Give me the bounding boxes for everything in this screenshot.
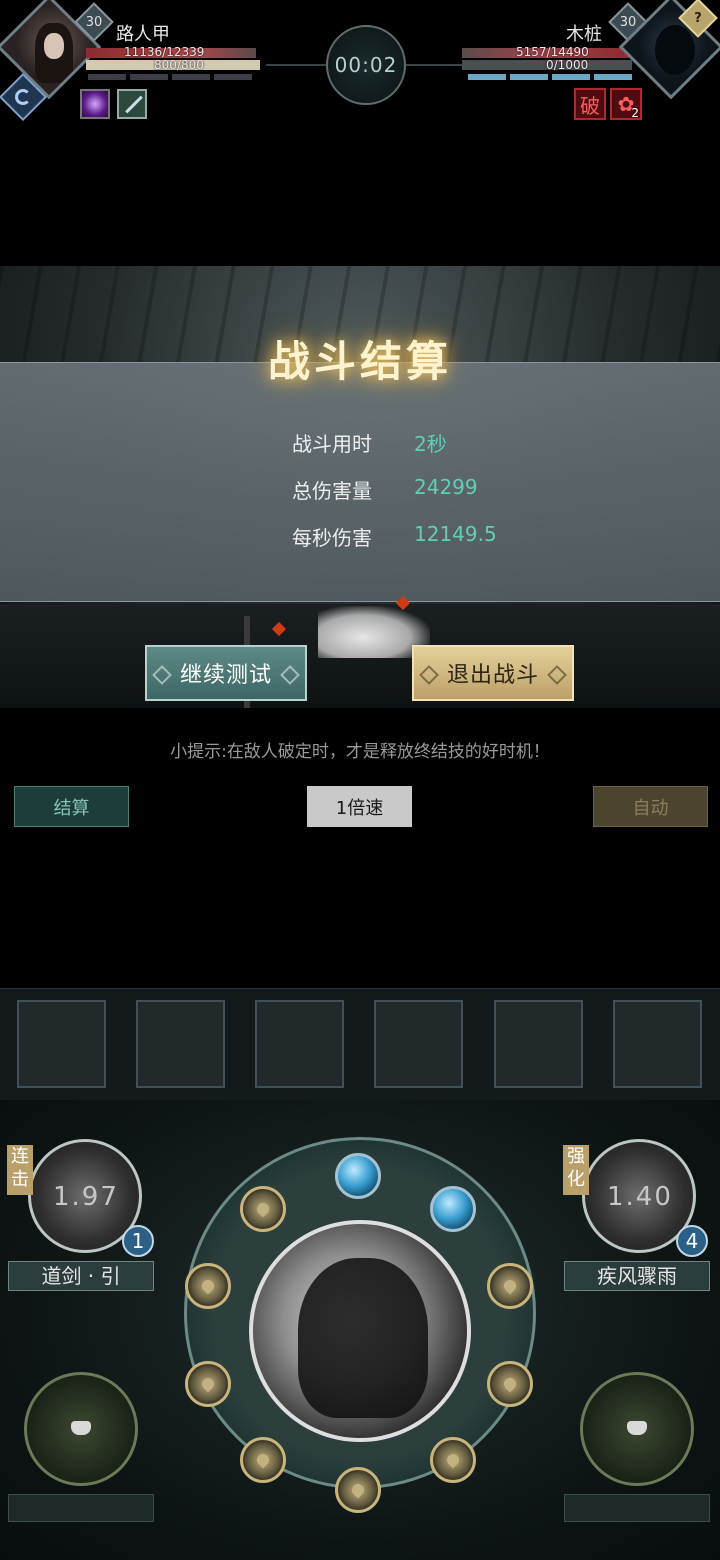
player-energy-segments [88, 74, 252, 80]
enemy-mp-text: 0/1000 [546, 58, 589, 72]
energy-orb-empty [487, 1361, 533, 1407]
enemy-hp-text: 5157/14490 [516, 45, 589, 59]
player-name: 路人甲 [116, 24, 170, 45]
energy-orb-empty [335, 1467, 381, 1513]
player-hp-text: 11136/12339 [124, 45, 205, 59]
skill-charge-badge: 4 [676, 1225, 708, 1257]
item-slot[interactable] [17, 1000, 106, 1088]
energy-orb-empty [430, 1437, 476, 1483]
skill-name: 疾风骤雨 [564, 1261, 710, 1291]
skill-cooldown: 1.40 [607, 1182, 673, 1212]
item-slot[interactable] [374, 1000, 463, 1088]
speed-button[interactable]: 1倍速 [307, 786, 412, 827]
locked-slot-label [8, 1494, 154, 1522]
item-slot[interactable] [136, 1000, 225, 1088]
sword-buff-icon[interactable] [117, 89, 147, 119]
energy-orb-filled [335, 1153, 381, 1199]
player-mp-text: 800/800 [154, 58, 204, 72]
stat-row-duration: 战斗用时 2秒 [292, 428, 447, 457]
exit-battle-button[interactable]: 退出战斗 [412, 645, 574, 701]
item-slot[interactable] [255, 1000, 344, 1088]
top-hud: 30 路人甲 11136/12339 800/800 00:02 木桩 5157… [0, 0, 720, 130]
energy-orb-empty [185, 1263, 231, 1309]
energy-orb-filled [430, 1186, 476, 1232]
energy-orb-empty [185, 1361, 231, 1407]
item-slot-bar [0, 988, 720, 1100]
stat-value: 2秒 [414, 432, 447, 456]
stat-row-dps: 每秒伤害 12149.5 [292, 522, 497, 551]
leaf-debuff-icon[interactable]: ✿ 2 [610, 88, 642, 120]
tip-text: 小提示:在敌人破定时，才是释放终结技的好时机！ [170, 742, 550, 762]
energy-orb-empty [487, 1263, 533, 1309]
lock-icon [71, 1421, 91, 1435]
timer-ornament-left [266, 64, 326, 66]
skill-cooldown: 1.97 [53, 1182, 119, 1212]
result-title: 战斗结算 [267, 337, 452, 386]
skill-tag: 连击 [7, 1145, 33, 1195]
timer-ornament-right [406, 64, 466, 66]
ink-warrior-icon [298, 1258, 428, 1418]
enemy-name: 木桩 [566, 24, 602, 45]
continue-test-button[interactable]: 继续测试 [145, 645, 307, 701]
debuff-stack-count: 2 [631, 106, 639, 120]
lock-icon [627, 1421, 647, 1435]
skill-charge-badge: 1 [122, 1225, 154, 1257]
stat-label: 每秒伤害 [292, 526, 372, 550]
battle-timer: 00:02 [326, 25, 406, 105]
enemy-energy-segments [468, 74, 632, 80]
stat-row-total-damage: 总伤害量 24299 [292, 475, 478, 504]
item-slot[interactable] [613, 1000, 702, 1088]
auto-button[interactable]: 自动 [593, 786, 708, 827]
locked-slot-label [564, 1494, 710, 1522]
break-debuff-icon[interactable]: 破 [574, 88, 606, 120]
skill-name: 道剑 · 引 [8, 1261, 154, 1291]
stat-label: 总伤害量 [292, 479, 372, 503]
stat-label: 战斗用时 [292, 432, 372, 456]
energy-orb-empty [240, 1186, 286, 1232]
settle-button[interactable]: 结算 [14, 786, 129, 827]
skill-tag: 强化 [563, 1145, 589, 1195]
purple-swirl-buff-icon[interactable] [80, 89, 110, 119]
item-slot[interactable] [494, 1000, 583, 1088]
stat-value: 24299 [414, 475, 478, 499]
stat-value: 12149.5 [414, 522, 497, 546]
energy-orb-empty [240, 1437, 286, 1483]
